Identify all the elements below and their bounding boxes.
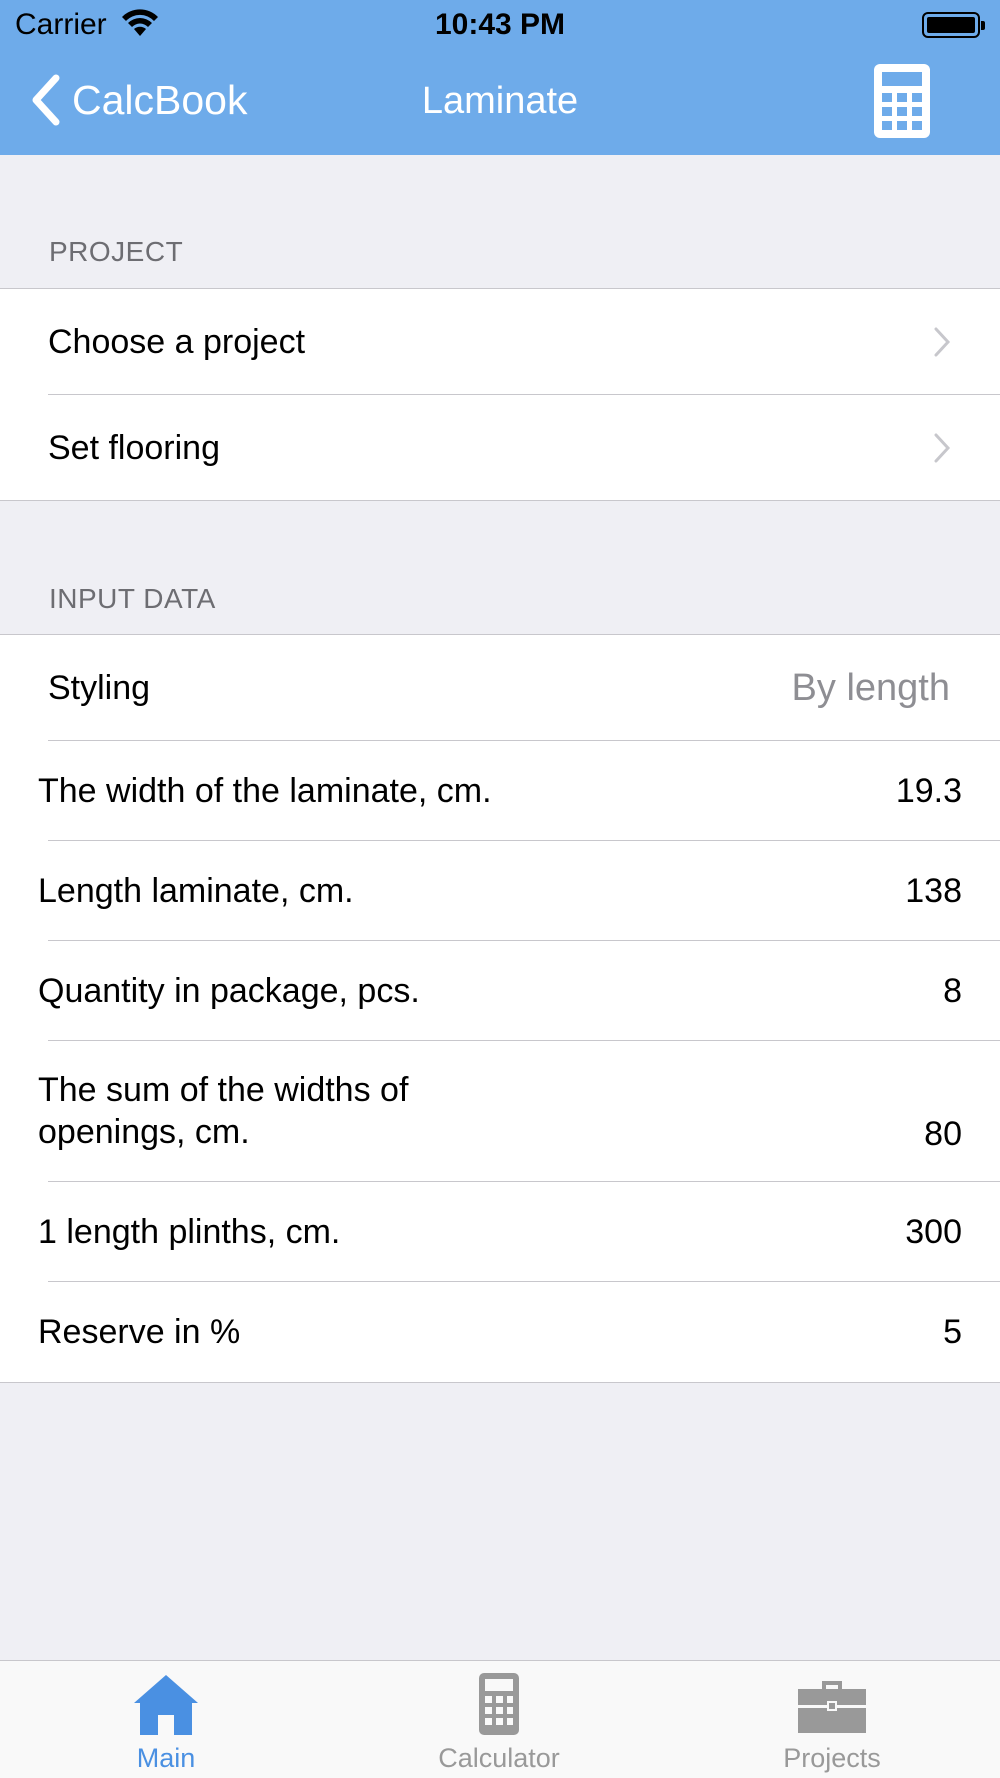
project-group: Choose a project Set flooring — [0, 288, 1000, 501]
choose-project-row[interactable]: Choose a project — [0, 289, 1000, 395]
field-value[interactable]: 138 — [905, 872, 962, 911]
field-value[interactable]: 8 — [943, 972, 962, 1011]
battery-icon — [922, 12, 985, 38]
status-bar: Carrier 10:43 PM — [0, 0, 1000, 50]
tab-bar: Main Calculator Projects — [0, 1660, 1000, 1778]
field-label: Reserve in % — [38, 1313, 241, 1351]
calculator-icon — [479, 1673, 519, 1735]
field-row[interactable]: Reserve in % 5 — [0, 1282, 1000, 1382]
navigation-bar: CalcBook Laminate — [0, 50, 1000, 155]
field-row[interactable]: 1 length plinths, cm. 300 — [0, 1182, 1000, 1282]
tab-calculator[interactable]: Calculator — [399, 1661, 599, 1778]
tab-calculator-label: Calculator — [438, 1743, 560, 1773]
field-label: Quantity in package, pcs. — [38, 972, 420, 1010]
tab-main[interactable]: Main — [66, 1661, 266, 1778]
field-value[interactable]: 19.3 — [896, 772, 962, 811]
calculator-button[interactable] — [874, 64, 930, 138]
briefcase-icon — [798, 1681, 866, 1733]
field-row[interactable]: Quantity in package, pcs. 8 — [0, 941, 1000, 1041]
field-label: The width of the laminate, cm. — [38, 772, 492, 810]
top-bar: Carrier 10:43 PM CalcBook Laminate — [0, 0, 1000, 155]
clock: 10:43 PM — [434, 8, 566, 41]
field-value[interactable]: 5 — [943, 1313, 962, 1352]
field-value[interactable]: 300 — [905, 1213, 962, 1252]
field-label: Length laminate, cm. — [38, 872, 354, 910]
input-group: Styling By length The width of the lamin… — [0, 634, 1000, 1383]
input-section-header: INPUT DATA — [49, 583, 216, 614]
field-row[interactable]: The width of the laminate, cm. 19.3 — [0, 741, 1000, 841]
field-row[interactable]: Length laminate, cm. 138 — [0, 841, 1000, 941]
home-icon — [134, 1675, 198, 1735]
field-row[interactable]: The sum of the widths of openings, cm. 8… — [0, 1041, 1000, 1182]
chevron-right-icon — [934, 327, 951, 357]
project-section-header: PROJECT — [49, 236, 184, 267]
choose-project-label: Choose a project — [48, 323, 306, 361]
styling-row[interactable]: Styling By length — [0, 635, 1000, 741]
chevron-right-icon — [934, 433, 951, 462]
field-value[interactable]: 80 — [924, 1115, 962, 1154]
page-title: Laminate — [421, 80, 579, 122]
tab-projects[interactable]: Projects — [732, 1661, 932, 1778]
styling-label: Styling — [48, 669, 151, 707]
tab-main-label: Main — [136, 1743, 196, 1773]
set-flooring-label: Set flooring — [48, 428, 220, 467]
field-label: The sum of the widths of openings, cm. — [38, 1070, 409, 1151]
tab-projects-label: Projects — [783, 1743, 881, 1773]
set-flooring-row[interactable]: Set flooring — [0, 395, 1000, 500]
styling-value[interactable]: By length — [792, 667, 950, 710]
field-label: 1 length plinths, cm. — [38, 1213, 341, 1251]
